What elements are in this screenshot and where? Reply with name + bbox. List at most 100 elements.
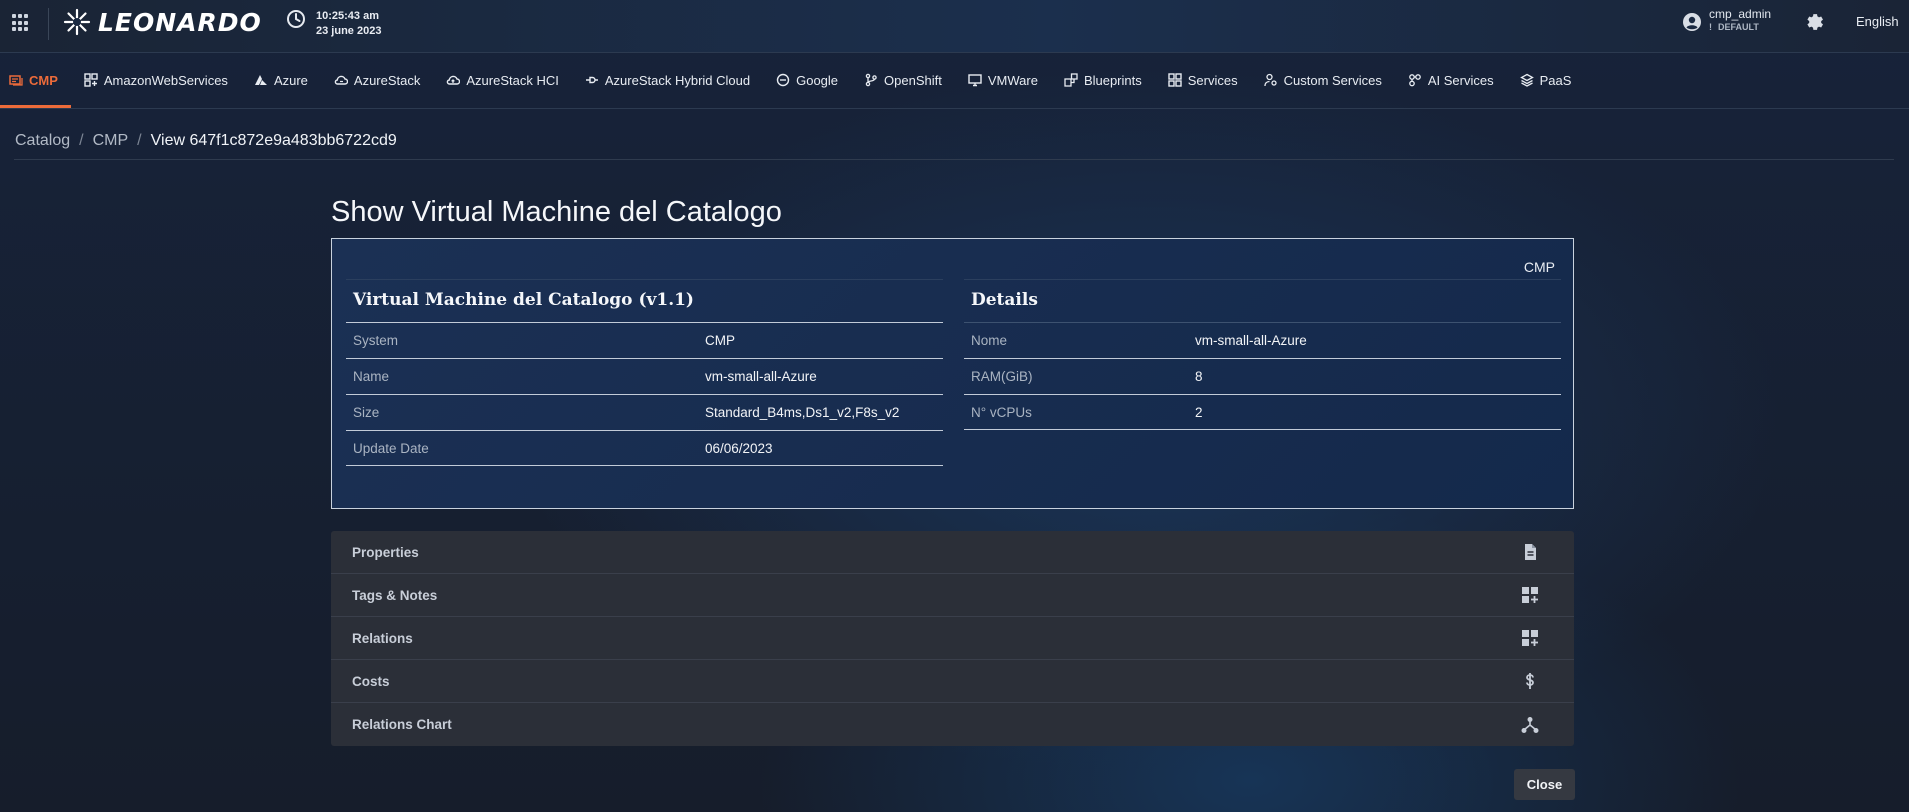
row-value: vm-small-all-Azure (1195, 333, 1307, 348)
user-role: DEFAULT (1718, 22, 1759, 32)
current-date: 23 june 2023 (316, 25, 382, 37)
row-value: vm-small-all-Azure (705, 369, 817, 384)
vm-info-panel: Virtual Machine del Catalogo (v1.1) Syst… (346, 279, 943, 466)
row-value: CMP (705, 333, 735, 348)
vm-info-title: Virtual Machine del Catalogo (v1.1) (346, 279, 943, 322)
plug-icon (585, 76, 598, 84)
row-value: 8 (1195, 369, 1203, 384)
tab-vmware[interactable]: VMWare (955, 52, 1051, 108)
account-circle-icon[interactable] (1682, 12, 1702, 32)
accordion-tags-notes[interactable]: Tags & Notes (331, 574, 1574, 617)
tab-azurestack-hybrid-cloud[interactable]: AzureStack Hybrid Cloud (572, 52, 763, 108)
details-row-nome: Nome vm-small-all-Azure (964, 322, 1561, 358)
dashboard-add-icon (1522, 587, 1538, 603)
leonardo-logo[interactable]: LEONARDO (62, 6, 262, 38)
tab-label: VMWare (987, 72, 1038, 88)
tab-google[interactable]: Google (763, 52, 851, 108)
ai-icon (1409, 74, 1421, 87)
grid-icon (1168, 73, 1182, 87)
row-value: Standard_B4ms,Ds1_v2,F8s_v2 (705, 405, 900, 420)
info-row-size: Size Standard_B4ms,Ds1_v2,F8s_v2 (346, 394, 943, 430)
clock-icon (287, 10, 305, 28)
user-name: cmp_admin (1709, 7, 1772, 21)
accordion-properties[interactable]: Properties (331, 531, 1574, 574)
dollar-icon (1526, 673, 1534, 689)
user-role-line: ! DEFAULT (1709, 21, 1771, 33)
layers-icon (1519, 73, 1534, 87)
tab-label: Custom Services (1283, 72, 1382, 88)
cmp-icon (9, 75, 23, 86)
tab-label: AzureStack Hybrid Cloud (604, 72, 751, 88)
breadcrumb-cmp[interactable]: CMP (93, 132, 129, 150)
row-label: Size (353, 405, 380, 420)
dashboard-add-icon (1522, 630, 1538, 646)
datetime-display: 10:25:43 am 23 june 2023 (316, 9, 381, 39)
user-gear-icon (1263, 73, 1277, 87)
logo-text: LEONARDO (98, 7, 262, 37)
cloud-upload-icon (447, 75, 461, 85)
breadcrumb-catalog[interactable]: Catalog (15, 132, 70, 150)
hierarchy-icon (1521, 716, 1539, 733)
tab-label: CMP (29, 72, 58, 88)
blueprint-icon (1064, 73, 1078, 87)
breadcrumb-separator: / (79, 132, 84, 149)
tab-label: Google (796, 72, 839, 88)
breadcrumb: Catalog / CMP / View 647f1c872e9a483bb67… (15, 132, 397, 150)
accordion-label: Costs (352, 673, 390, 689)
apps-grid-icon[interactable] (12, 14, 30, 32)
tab-label: OpenShift (884, 72, 942, 88)
header-divider (48, 8, 49, 40)
page-title: Show Virtual Machine del Catalogo (331, 196, 782, 228)
tab-label: PaaS (1539, 72, 1572, 88)
tab-label: Blueprints (1083, 72, 1142, 88)
close-button[interactable]: Close (1514, 769, 1575, 800)
accordion-label: Tags & Notes (352, 587, 438, 603)
google-icon (776, 73, 790, 87)
breadcrumb-current: View 647f1c872e9a483bb6722cd9 (150, 132, 397, 149)
tab-amazonwebservices[interactable]: AmazonWebServices (71, 52, 241, 108)
row-value: 2 (1195, 404, 1203, 420)
tab-custom-services[interactable]: Custom Services (1251, 52, 1395, 108)
tab-services[interactable]: Services (1155, 52, 1251, 108)
tab-label: Services (1187, 72, 1238, 88)
user-menu[interactable]: cmp_admin ! DEFAULT (1709, 8, 1771, 33)
details-row-ram: RAM(GiB) 8 (964, 358, 1561, 394)
breadcrumb-divider (14, 159, 1894, 160)
top-header: LEONARDO 10:25:43 am 23 june 2023 cmp_ad… (0, 0, 1909, 53)
tab-blueprints[interactable]: Blueprints (1051, 52, 1155, 108)
grid-plus-icon (84, 73, 98, 87)
current-time: 10:25:43 am (316, 10, 379, 22)
accordion-costs[interactable]: Costs (331, 660, 1574, 703)
row-value: 06/06/2023 (705, 440, 773, 456)
details-row-vcpus: N° vCPUs 2 (964, 394, 1561, 430)
tab-azure[interactable]: Azure (241, 52, 321, 108)
details-title: Details (964, 279, 1561, 322)
accordion-relations[interactable]: Relations (331, 617, 1574, 660)
row-label: Nome (971, 333, 1008, 348)
tab-label: AzureStack HCI (466, 72, 559, 88)
tab-azurestack-hci[interactable]: AzureStack HCI (433, 52, 571, 108)
accordion-relations-chart[interactable]: Relations Chart (331, 703, 1574, 746)
main-nav: CMP AmazonWebServices Azure AzureStack A… (0, 52, 1909, 109)
settings-gear-icon[interactable] (1802, 10, 1824, 32)
details-panel: Details Nome vm-small-all-Azure RAM(GiB)… (964, 279, 1561, 430)
language-selector[interactable]: English (1856, 14, 1899, 29)
leonardo-burst-icon (63, 8, 91, 36)
tab-cmp[interactable]: CMP (0, 52, 71, 108)
accordion-label: Properties (352, 544, 419, 560)
row-label: Update Date (353, 440, 429, 456)
tab-azurestack[interactable]: AzureStack (321, 52, 433, 108)
user-role-marker: ! (1709, 22, 1712, 32)
tab-label: Azure (273, 72, 308, 88)
row-label: N° vCPUs (971, 404, 1032, 420)
info-row-update-date: Update Date 06/06/2023 (346, 430, 943, 466)
tab-ai-services[interactable]: AI Services (1395, 52, 1507, 108)
tab-paas[interactable]: PaaS (1507, 52, 1585, 108)
info-row-name: Name vm-small-all-Azure (346, 358, 943, 394)
monitor-icon (968, 74, 982, 87)
row-label: System (353, 333, 399, 348)
breadcrumb-separator: / (137, 132, 142, 149)
branch-icon (865, 73, 877, 87)
tab-openshift[interactable]: OpenShift (851, 52, 955, 108)
tab-label: AmazonWebServices (103, 72, 228, 88)
